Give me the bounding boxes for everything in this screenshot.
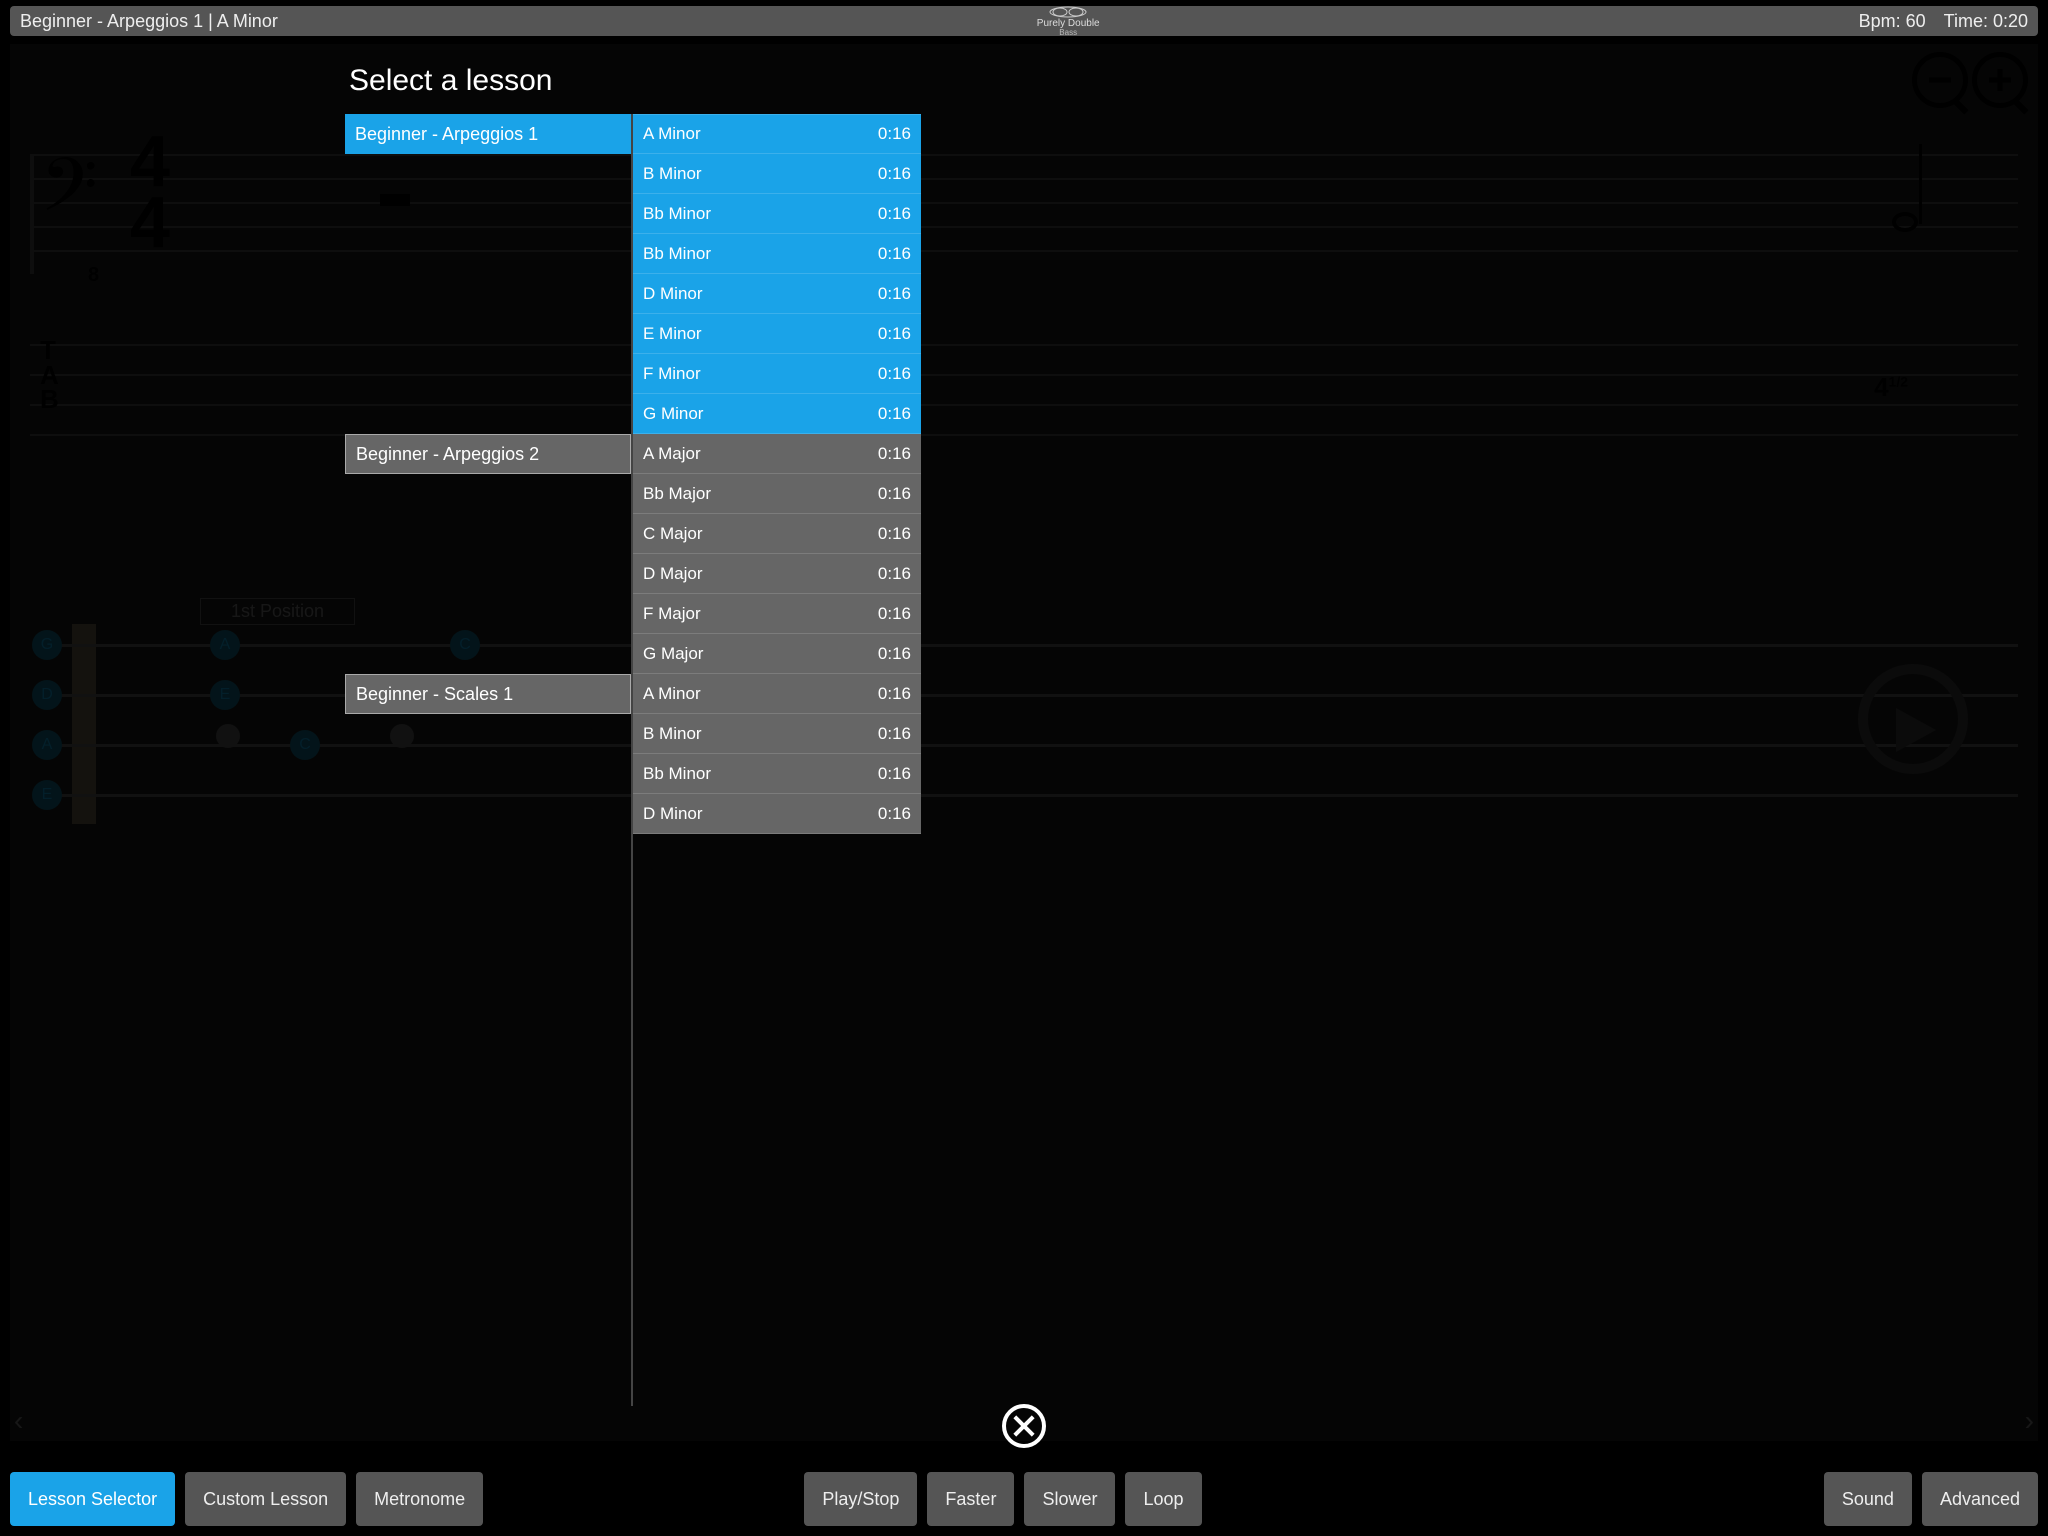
top-bar: Beginner - Arpeggios 1 | A Minor Purely … xyxy=(10,6,2038,36)
lesson-item-name: A Minor xyxy=(643,124,701,144)
lesson-item[interactable]: D Minor 0:16 xyxy=(633,274,921,314)
lesson-item[interactable]: B Minor 0:16 xyxy=(633,154,921,194)
lesson-item-duration: 0:16 xyxy=(878,444,911,464)
note-icon xyxy=(1892,212,1918,232)
faster-button[interactable]: Faster xyxy=(927,1472,1014,1526)
app-logo: Purely Double Bass xyxy=(1037,5,1100,37)
score-background: 𝄢 8 44 TAB 41/2 ‹ › 1st Position G D A E… xyxy=(10,44,2038,1441)
lesson-item[interactable]: D Major 0:16 xyxy=(633,554,921,594)
lesson-item[interactable]: Bb Minor 0:16 xyxy=(633,234,921,274)
lesson-item[interactable]: A Minor 0:16 xyxy=(633,114,921,154)
lesson-item[interactable]: B Minor 0:16 xyxy=(633,714,921,754)
lesson-item-duration: 0:16 xyxy=(878,124,911,144)
lesson-item-duration: 0:16 xyxy=(878,244,911,264)
zoom-out-icon[interactable] xyxy=(1912,52,1968,108)
metronome-button[interactable]: Metronome xyxy=(356,1472,483,1526)
lesson-item-name: A Major xyxy=(643,444,701,464)
bass-clef-icon: 𝄢 xyxy=(40,144,98,248)
lesson-item-duration: 0:16 xyxy=(878,364,911,384)
lesson-item-duration: 0:16 xyxy=(878,764,911,784)
lesson-item-duration: 0:16 xyxy=(878,484,911,504)
time-display: Time: 0:20 xyxy=(1944,11,2028,32)
lesson-item-duration: 0:16 xyxy=(878,524,911,544)
lesson-item-name: E Minor xyxy=(643,324,702,344)
advanced-button[interactable]: Advanced xyxy=(1922,1472,2038,1526)
lesson-item-name: Bb Minor xyxy=(643,764,711,784)
slower-button[interactable]: Slower xyxy=(1024,1472,1115,1526)
lesson-item-duration: 0:16 xyxy=(878,164,911,184)
position-label: 1st Position xyxy=(200,598,355,625)
bpm-display: Bpm: 60 xyxy=(1859,11,1926,32)
custom-lesson-button[interactable]: Custom Lesson xyxy=(185,1472,346,1526)
lesson-item[interactable]: Bb Minor 0:16 xyxy=(633,194,921,234)
lesson-item-duration: 0:16 xyxy=(878,604,911,624)
lesson-item-duration: 0:16 xyxy=(878,644,911,664)
lesson-item[interactable]: G Major 0:16 xyxy=(633,634,921,674)
lesson-item[interactable]: F Major 0:16 xyxy=(633,594,921,634)
lesson-item-duration: 0:16 xyxy=(878,204,911,224)
lesson-item-duration: 0:16 xyxy=(878,564,911,584)
tab-staff: TAB 41/2 xyxy=(30,344,2018,444)
lesson-item-duration: 0:16 xyxy=(878,404,911,424)
lesson-group[interactable]: Beginner - Arpeggios 1 xyxy=(345,114,631,154)
lesson-group-list: Beginner - Arpeggios 1 Beginner - Arpeggi… xyxy=(345,114,631,1406)
page-prev-icon[interactable]: ‹ xyxy=(14,1405,23,1437)
lesson-item-duration: 0:16 xyxy=(878,284,911,304)
lesson-item[interactable]: A Minor 0:16 xyxy=(633,674,921,714)
panel-title: Select a lesson xyxy=(345,58,925,114)
lesson-item[interactable]: E Minor 0:16 xyxy=(633,314,921,354)
lesson-item-name: B Minor xyxy=(643,164,702,184)
repeat-icon[interactable] xyxy=(1858,664,1968,774)
bottom-toolbar: Lesson Selector Custom Lesson Metronome … xyxy=(10,1472,2038,1526)
lesson-item[interactable]: A Major 0:16 xyxy=(633,434,921,474)
page-next-icon[interactable]: › xyxy=(2025,1405,2034,1437)
play-stop-button[interactable]: Play/Stop xyxy=(804,1472,917,1526)
lesson-item-name: Bb Major xyxy=(643,484,711,504)
lesson-group[interactable]: Beginner - Scales 1 xyxy=(345,674,631,714)
lesson-item[interactable]: Bb Minor 0:16 xyxy=(633,754,921,794)
lesson-item-name: D Major xyxy=(643,564,703,584)
lesson-item-name: F Major xyxy=(643,604,701,624)
lesson-group[interactable]: Beginner - Arpeggios 2 xyxy=(345,434,631,474)
lesson-item-name: A Minor xyxy=(643,684,701,704)
lesson-item[interactable]: Bb Major 0:16 xyxy=(633,474,921,514)
fretboard: 1st Position G D A E A E C C xyxy=(20,604,2028,824)
lesson-item-list: A Minor0:16B Minor0:16Bb Minor0:16Bb Min… xyxy=(631,114,921,1406)
lesson-item-name: C Major xyxy=(643,524,703,544)
lesson-item[interactable]: F Minor 0:16 xyxy=(633,354,921,394)
lesson-title: Beginner - Arpeggios 1 | A Minor xyxy=(20,11,278,32)
music-staff: 𝄢 8 44 xyxy=(30,154,2018,274)
lesson-item[interactable]: C Major 0:16 xyxy=(633,514,921,554)
close-icon[interactable] xyxy=(1002,1404,1046,1448)
sound-button[interactable]: Sound xyxy=(1824,1472,1912,1526)
lesson-item-name: F Minor xyxy=(643,364,701,384)
lesson-item-name: D Minor xyxy=(643,284,703,304)
lesson-selector-panel: Select a lesson Beginner - Arpeggios 1Be… xyxy=(345,58,925,1406)
lesson-item[interactable]: D Minor 0:16 xyxy=(633,794,921,834)
zoom-in-icon[interactable] xyxy=(1972,52,2028,108)
lesson-item-name: G Minor xyxy=(643,404,703,424)
lesson-item-duration: 0:16 xyxy=(878,724,911,744)
lesson-item-name: Bb Minor xyxy=(643,244,711,264)
lesson-item-name: D Minor xyxy=(643,804,703,824)
lesson-item-name: G Major xyxy=(643,644,703,664)
lesson-item-duration: 0:16 xyxy=(878,804,911,824)
lesson-item[interactable]: G Minor 0:16 xyxy=(633,394,921,434)
lesson-item-duration: 0:16 xyxy=(878,684,911,704)
loop-button[interactable]: Loop xyxy=(1125,1472,1201,1526)
lesson-item-name: Bb Minor xyxy=(643,204,711,224)
lesson-item-duration: 0:16 xyxy=(878,324,911,344)
lesson-item-name: B Minor xyxy=(643,724,702,744)
lesson-selector-button[interactable]: Lesson Selector xyxy=(10,1472,175,1526)
